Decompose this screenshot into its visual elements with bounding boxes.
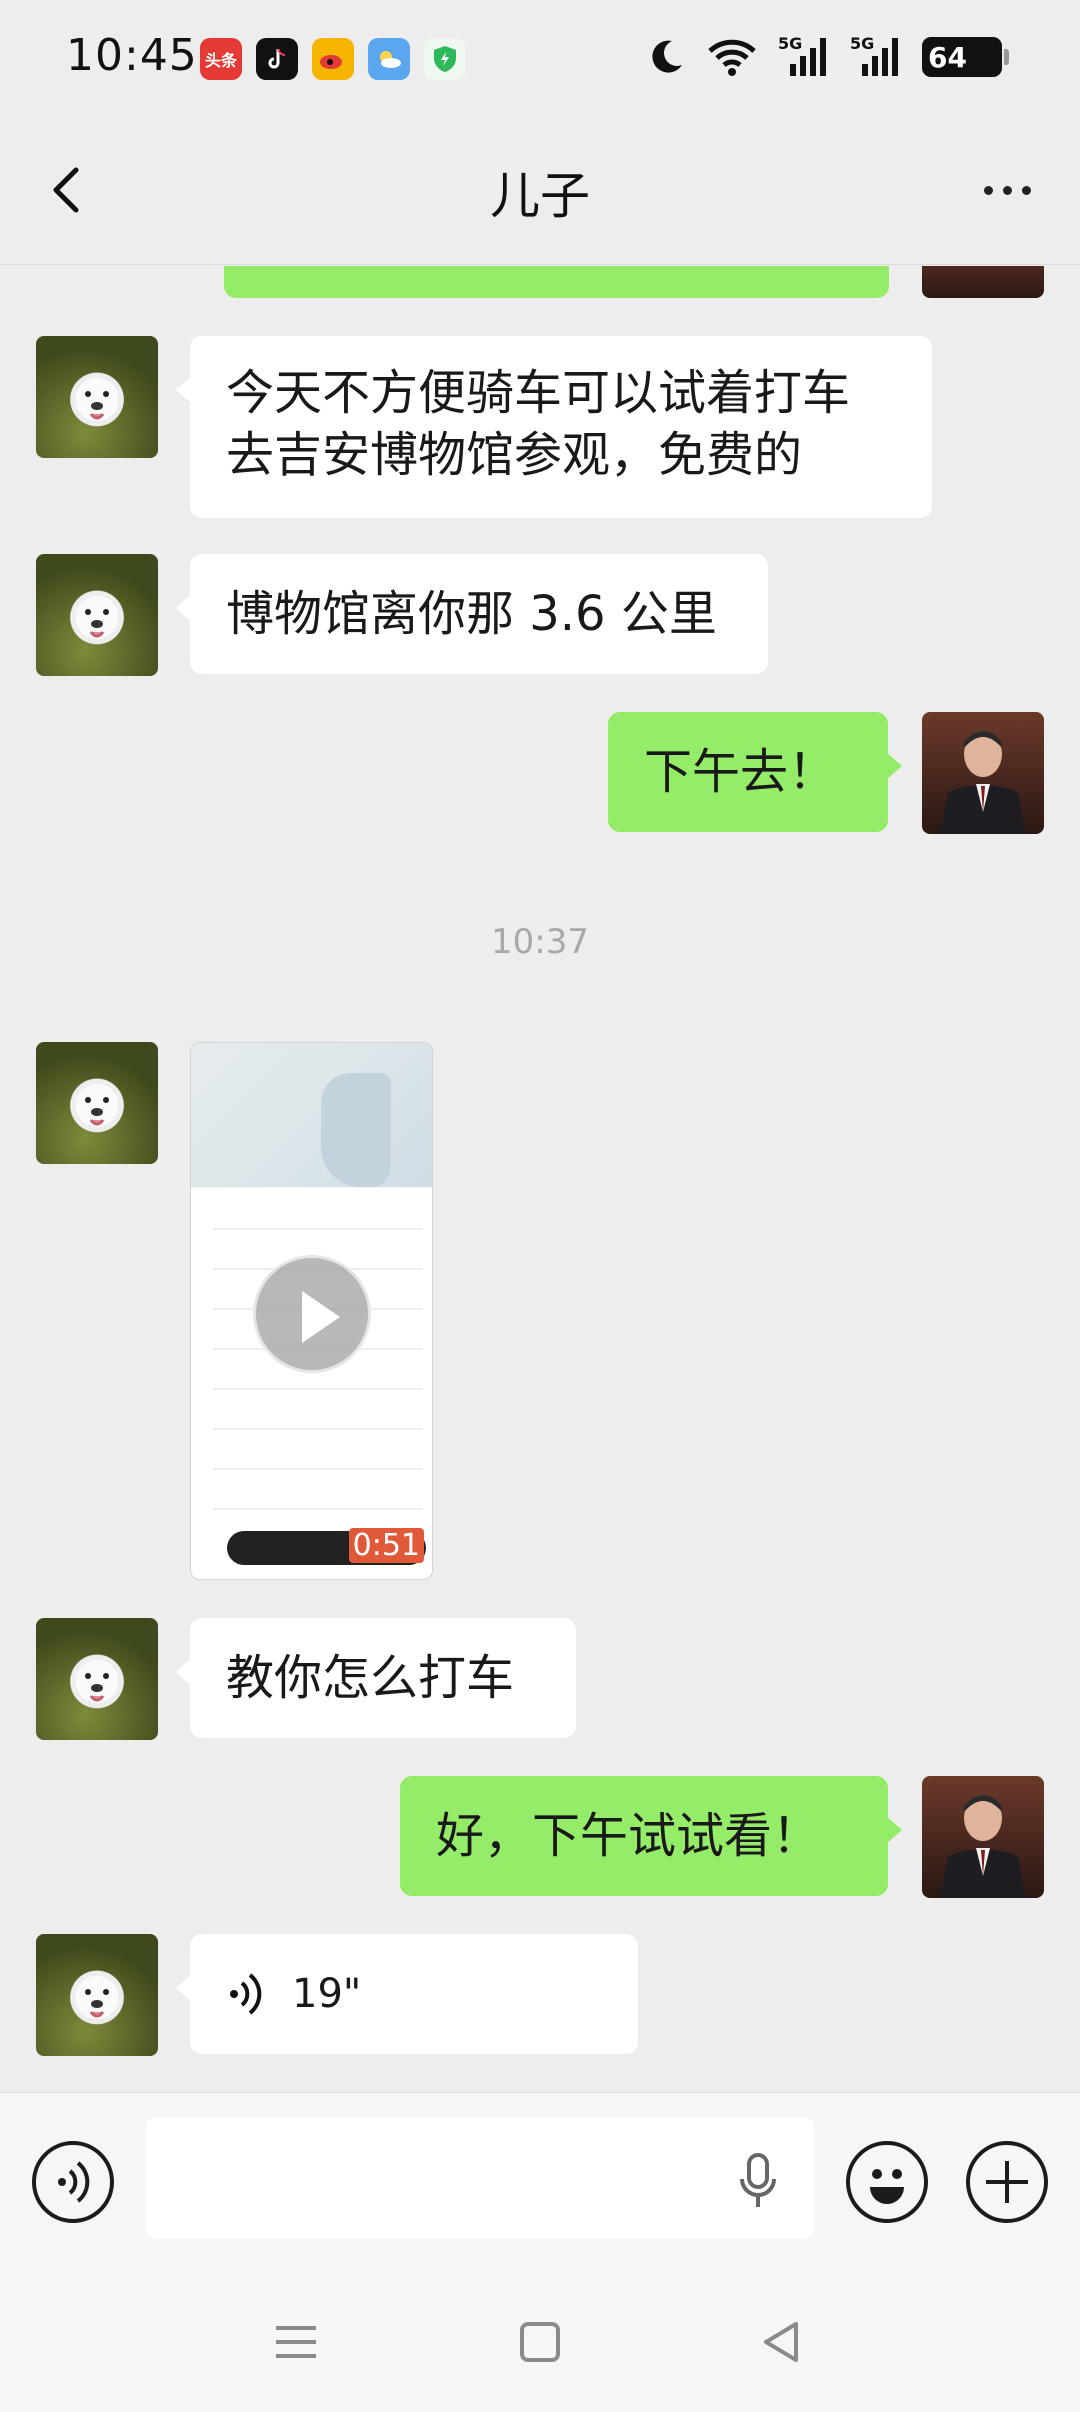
security-shield-icon	[424, 38, 466, 80]
video-frame-list	[191, 1188, 432, 1579]
recent-apps-menu-icon[interactable]	[266, 2312, 326, 2372]
video-frame-map	[191, 1043, 432, 1187]
message-input-bar	[0, 2092, 1080, 2272]
status-time: 10:45	[66, 30, 198, 81]
contact-avatar[interactable]	[36, 336, 158, 458]
more-dot-icon	[1002, 185, 1012, 195]
battery-level: 64	[928, 40, 967, 74]
message-bubble[interactable]: 今天不方便骑车可以试着打车去吉安博物馆参观，免费的	[176, 336, 932, 518]
message-input[interactable]	[146, 2117, 814, 2239]
toutiao-icon: 头条	[200, 38, 242, 80]
contact-avatar[interactable]	[36, 1618, 158, 1740]
voice-message-bubble[interactable]: 19"	[176, 1934, 638, 2054]
voice-input-button[interactable]	[32, 2141, 114, 2223]
message-text: 博物馆离你那 3.6 公里	[226, 586, 717, 642]
battery-icon: 64	[922, 37, 1009, 77]
chat-message-list[interactable]: 今天不方便骑车可以试着打车去吉安博物馆参观，免费的 博物馆离你那 3.6 公里 …	[0, 266, 1080, 2092]
voice-wave-icon	[230, 1973, 262, 2015]
chat-title: 儿子	[490, 167, 590, 225]
contact-avatar[interactable]	[36, 554, 158, 676]
microphone-icon[interactable]	[738, 2151, 778, 2211]
system-navigation-bar	[0, 2272, 1080, 2412]
contact-avatar[interactable]	[36, 1934, 158, 2056]
weather-icon	[368, 38, 410, 80]
voice-wave-icon	[58, 2161, 90, 2203]
more-functions-button[interactable]	[966, 2141, 1048, 2223]
cellular-signal-icon: 5G	[778, 34, 830, 80]
system-indicators: 5G 5G 64	[646, 34, 1009, 80]
message-text: 下午去！	[644, 744, 837, 800]
plus-icon	[986, 2161, 1028, 2203]
tiktok-icon	[256, 38, 298, 80]
play-icon[interactable]	[253, 1255, 371, 1373]
message-bubble[interactable]: 教你怎么打车	[176, 1618, 576, 1738]
toutiao-icon-label: 头条	[204, 51, 237, 70]
wifi-icon	[708, 39, 756, 76]
video-duration: 0:51	[348, 1528, 424, 1563]
network-type-label: 5G	[778, 34, 803, 53]
video-message-thumbnail[interactable]: 0:51	[190, 1042, 433, 1580]
home-square-icon[interactable]	[510, 2312, 570, 2372]
message-bubble-self[interactable]: 好，下午试试看！	[400, 1776, 902, 1896]
weibo-icon	[312, 38, 354, 80]
status-bar: 10:45 头条 5G 5G 64	[0, 0, 1080, 120]
do-not-disturb-moon-icon	[652, 40, 682, 73]
emoji-button[interactable]	[846, 2141, 928, 2223]
self-avatar[interactable]	[922, 266, 1044, 298]
message-bubble[interactable]: 博物馆离你那 3.6 公里	[176, 554, 768, 674]
timestamp: 10:37	[491, 922, 589, 962]
contact-avatar[interactable]	[36, 1042, 158, 1164]
self-avatar[interactable]	[922, 1776, 1044, 1898]
message-text: 今天不方便骑车可以试着打车去吉安博物馆参观，免费的	[226, 365, 851, 483]
message-bubble-self[interactable]: 下午去！	[608, 712, 902, 832]
message-text: 好，下午试试看！	[436, 1808, 821, 1864]
more-dot-icon	[1021, 185, 1031, 195]
chat-header: 儿子	[0, 120, 1080, 265]
emoji-smile-icon	[870, 2169, 904, 2204]
message-text: 教你怎么打车	[226, 1650, 515, 1706]
more-dot-icon	[983, 185, 993, 195]
previous-message-bubble[interactable]	[224, 266, 889, 298]
notification-icons: 头条	[200, 38, 466, 80]
back-triangle-icon[interactable]	[752, 2312, 812, 2372]
self-avatar[interactable]	[922, 712, 1044, 834]
network-type-label-2: 5G	[850, 34, 875, 53]
more-options-button[interactable]	[972, 160, 1042, 220]
cellular-signal-icon-2: 5G	[850, 34, 902, 80]
voice-duration: 19"	[292, 1971, 362, 2017]
